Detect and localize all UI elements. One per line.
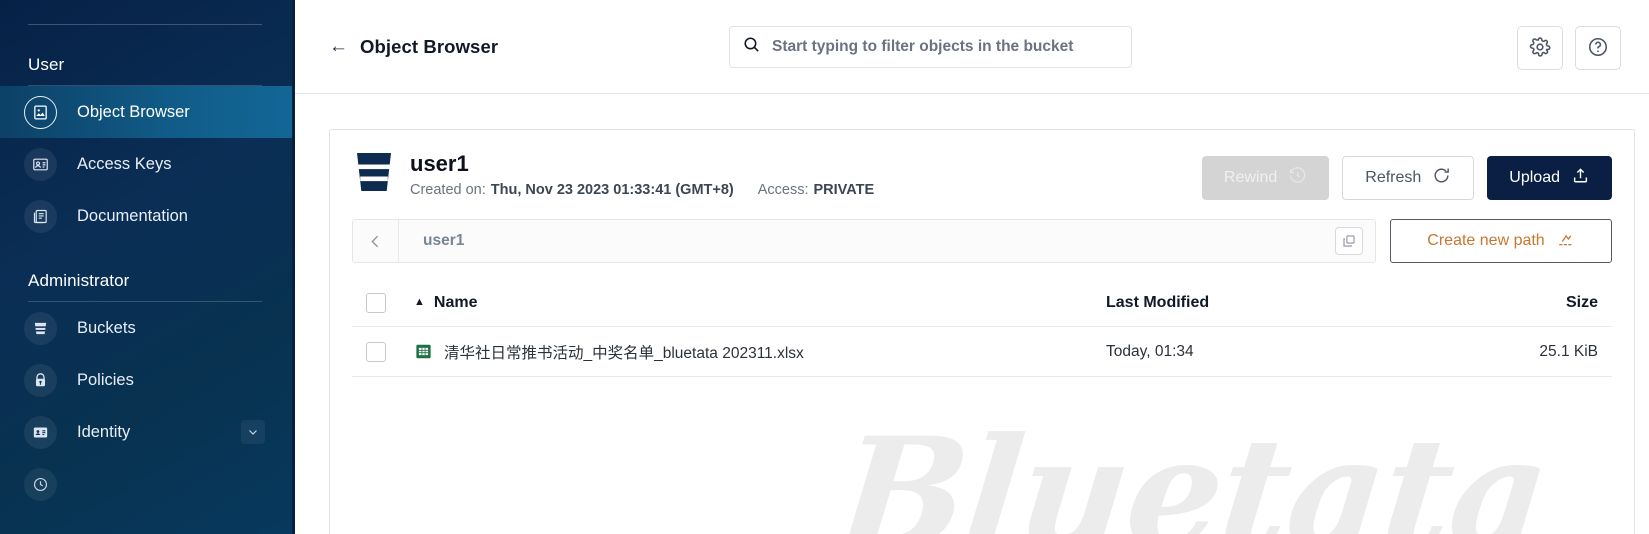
- rewind-button[interactable]: Rewind: [1201, 156, 1330, 200]
- top-bar: ← Object Browser: [295, 0, 1649, 94]
- select-all-cell: [352, 292, 414, 313]
- sidebar-item-label: Access Keys: [77, 154, 172, 173]
- sidebar-section-label: Administrator: [28, 271, 130, 290]
- monitoring-icon: [24, 467, 57, 501]
- rewind-button-label: Rewind: [1223, 169, 1278, 186]
- column-header-last-modified[interactable]: Last Modified: [1106, 294, 1436, 312]
- sort-ascending-icon: ▲: [414, 296, 425, 308]
- cell-name-text: 清华社日常推书活动_中奖名单_bluetata 202311.xlsx: [444, 344, 804, 362]
- sidebar-item-label: Documentation: [77, 206, 188, 225]
- bucket-header: user1 Created on: Thu, Nov 23 2023 01:33…: [330, 130, 1634, 217]
- path-box: user1: [352, 219, 1376, 263]
- bucket-meta: user1 Created on: Thu, Nov 23 2023 01:33…: [410, 151, 874, 198]
- upload-icon: [1571, 166, 1590, 190]
- bucket-subtitle: Created on: Thu, Nov 23 2023 01:33:41 (G…: [410, 182, 874, 198]
- page-title: Object Browser: [360, 35, 499, 57]
- created-on-value: Thu, Nov 23 2023 01:33:41 (GMT+8): [490, 182, 734, 199]
- bluetata-watermark: Bluetata: [831, 405, 1556, 534]
- cell-last-modified: Today, 01:34: [1106, 342, 1194, 360]
- cell-size: 25.1 KiB: [1539, 342, 1598, 360]
- column-header-last-modified-label: Last Modified: [1106, 293, 1210, 311]
- main-content: ← Object Browser Start typing to filter …: [295, 0, 1649, 534]
- settings-button[interactable]: [1517, 26, 1563, 70]
- objects-table: ▲ Name Last Modified Size 清华社日常推书活动_中奖名单…: [330, 279, 1634, 377]
- refresh-icon: [1432, 166, 1451, 190]
- create-new-path-label: Create new path: [1427, 232, 1545, 249]
- sidebar-item-partial[interactable]: [0, 458, 295, 510]
- column-header-name-label: Name: [433, 293, 478, 311]
- column-header-size-label: Size: [1565, 293, 1598, 311]
- access-keys-icon: [24, 147, 57, 181]
- sidebar-top-divider: [28, 24, 262, 25]
- sidebar-item-policies[interactable]: Policies: [0, 354, 295, 406]
- bucket-icon: [354, 150, 394, 199]
- upload-button[interactable]: Upload: [1487, 156, 1612, 200]
- sidebar-item-object-browser[interactable]: Object Browser: [0, 86, 295, 138]
- search-input[interactable]: [772, 38, 1119, 56]
- current-path-text: user1: [423, 232, 465, 249]
- documentation-icon: [24, 199, 57, 233]
- row-select-cell: [352, 341, 414, 362]
- row-checkbox[interactable]: [366, 341, 386, 362]
- sidebar-item-label: Identity: [77, 422, 131, 441]
- sidebar-item-buckets[interactable]: Buckets: [0, 302, 295, 354]
- bucket-name: user1: [410, 150, 469, 176]
- new-path-icon: [1557, 230, 1575, 253]
- sidebar-section-administrator: Administrator: [0, 268, 295, 302]
- path-bar: user1 Create new path: [330, 219, 1634, 263]
- rewind-icon: [1288, 166, 1307, 190]
- sidebar-item-label: Buckets: [77, 318, 136, 337]
- select-all-checkbox[interactable]: [366, 292, 386, 313]
- search-icon: [742, 35, 761, 59]
- sidebar: User Object Browser Access Keys Document…: [0, 0, 295, 534]
- created-on-label: Created on:: [410, 182, 486, 199]
- gear-icon: [1529, 36, 1551, 61]
- sidebar-item-documentation[interactable]: Documentation: [0, 190, 295, 242]
- sidebar-item-access-keys[interactable]: Access Keys: [0, 138, 295, 190]
- sidebar-section-user: User: [0, 52, 295, 86]
- object-browser-icon: [24, 95, 57, 129]
- help-button[interactable]: [1575, 26, 1621, 70]
- access-label: Access:: [757, 182, 809, 199]
- cell-name: 清华社日常推书活动_中奖名单_bluetata 202311.xlsx: [414, 341, 1106, 363]
- help-circle-icon: [1587, 36, 1609, 61]
- lock-icon: [24, 363, 57, 397]
- refresh-button-label: Refresh: [1365, 169, 1422, 186]
- copy-path-button[interactable]: [1335, 227, 1363, 255]
- chevron-down-icon[interactable]: [241, 420, 265, 444]
- column-header-size[interactable]: Size: [1436, 294, 1612, 312]
- table-row[interactable]: 清华社日常推书活动_中奖名单_bluetata 202311.xlsx Toda…: [352, 327, 1612, 377]
- excel-file-icon: [414, 342, 433, 361]
- bucket-icon: [24, 311, 57, 345]
- object-search-box[interactable]: [729, 26, 1132, 68]
- sidebar-section-label: User: [28, 55, 65, 74]
- table-header-row: ▲ Name Last Modified Size: [352, 279, 1612, 327]
- upload-button-label: Upload: [1509, 169, 1560, 186]
- sidebar-item-label: Object Browser: [77, 102, 190, 121]
- top-bar-actions: [1517, 26, 1621, 70]
- sidebar-item-label: Policies: [77, 370, 134, 389]
- column-header-name[interactable]: ▲ Name: [414, 294, 1106, 312]
- refresh-button[interactable]: Refresh: [1342, 156, 1475, 200]
- minio-console-window: User Object Browser Access Keys Document…: [0, 0, 1649, 534]
- sidebar-item-identity[interactable]: Identity: [0, 406, 295, 458]
- path-back-button[interactable]: [353, 220, 399, 262]
- create-new-path-button[interactable]: Create new path: [1390, 219, 1612, 263]
- back-arrow-icon[interactable]: ←: [329, 37, 348, 56]
- bucket-actions: Rewind Refresh Upload: [1201, 156, 1612, 200]
- bucket-card: user1 Created on: Thu, Nov 23 2023 01:33…: [329, 129, 1635, 534]
- access-value: PRIVATE: [813, 182, 875, 199]
- identity-icon: [24, 415, 57, 449]
